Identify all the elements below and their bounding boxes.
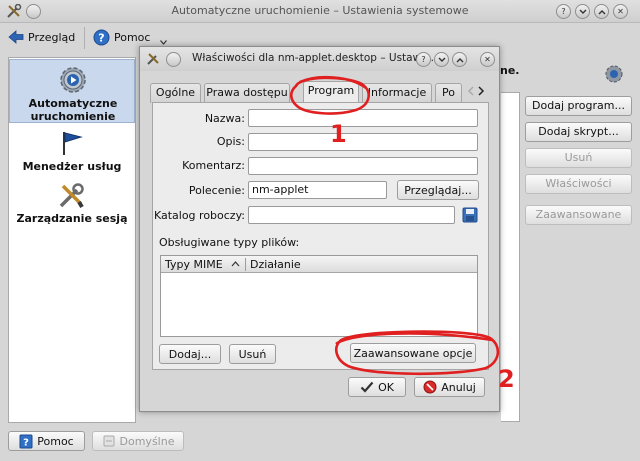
dialog-menu-button[interactable] <box>166 52 181 67</box>
dialog-tools-icon[interactable] <box>146 52 161 66</box>
bottom-help-label: Pomoc <box>37 434 74 448</box>
dialog-maximize-button[interactable] <box>452 52 467 67</box>
mime-type-column-header[interactable]: Typy MIME <box>165 258 223 271</box>
help-icon: ? <box>93 29 110 46</box>
tab-general[interactable]: Ogólne <box>150 83 201 103</box>
add-script-button[interactable]: Dodaj skrypt... <box>525 122 632 142</box>
command-field[interactable]: nm-applet <box>248 181 387 199</box>
properties-dialog: Właściwości dla nm-applet.desktop – Usta… <box>139 46 500 412</box>
column-divider <box>245 258 246 271</box>
category-sidebar: Automatyczne uruchomienie Menedżer usług… <box>8 57 136 423</box>
annotation-number-1: 1 <box>330 120 347 148</box>
sidebar-item-label: Zarządzanie sesją <box>16 212 128 225</box>
help-window-button[interactable]: ? <box>556 4 571 19</box>
name-field[interactable] <box>248 109 478 127</box>
window-title: Automatyczne uruchomienie – Ustawienia s… <box>171 4 469 17</box>
mime-types-table[interactable]: Typy MIME Działanie <box>160 255 478 337</box>
svg-text:?: ? <box>23 437 29 448</box>
properties-button[interactable]: Właściwości <box>525 174 632 194</box>
sidebar-item-label: Menedżer usług <box>22 160 122 173</box>
name-label: Nazwa: <box>204 112 245 125</box>
flag-icon <box>59 130 85 156</box>
dialog-help-button[interactable]: ? <box>416 52 431 67</box>
add-program-button[interactable]: Dodaj program... <box>525 96 632 116</box>
annotation-number-2: 2 <box>498 365 515 393</box>
chevron-down-icon <box>160 40 168 45</box>
cancel-button[interactable]: Anuluj <box>414 377 485 397</box>
cancel-label: Anuluj <box>441 380 476 394</box>
browse-button[interactable]: Przeglądaj... <box>397 180 479 200</box>
help-book-icon: ? <box>19 434 33 449</box>
description-field[interactable] <box>248 133 478 151</box>
tab-information[interactable]: Informacje <box>362 83 432 103</box>
toolbar-separator <box>84 27 85 49</box>
sidebar-item-session-management[interactable]: Zarządzanie sesją <box>9 179 135 229</box>
mime-table-header: Typy MIME Działanie <box>161 256 477 273</box>
comment-field[interactable] <box>248 157 478 175</box>
overview-button[interactable]: Przegląd <box>8 30 75 44</box>
defaults-button[interactable]: Domyślne <box>92 431 184 451</box>
sidebar-item-label: Automatyczne uruchomienie <box>28 97 118 123</box>
ok-button[interactable]: OK <box>348 377 406 397</box>
remove-button[interactable]: Usuń <box>525 148 632 168</box>
dialog-close-button[interactable]: ✕ <box>480 52 495 67</box>
defaults-label: Domyślne <box>119 434 175 448</box>
close-button[interactable]: ✕ <box>613 4 628 19</box>
bottom-help-button[interactable]: ? Pomoc <box>8 431 85 451</box>
main-titlebar: Automatyczne uruchomienie – Ustawienia s… <box>0 0 640 23</box>
sidebar-item-service-manager[interactable]: Menedżer usług <box>9 125 135 175</box>
action-column-header[interactable]: Działanie <box>250 258 301 271</box>
mime-add-button[interactable]: Dodaj... <box>159 344 221 364</box>
comment-label: Komentarz: <box>182 159 245 172</box>
defaults-icon <box>102 434 116 448</box>
sidebar-item-autostart[interactable]: Automatyczne uruchomienie <box>9 59 135 123</box>
dialog-titlebar: Właściwości dla nm-applet.desktop – Usta… <box>140 47 499 71</box>
main-heading-fragment: ne. <box>500 64 520 77</box>
tab-scroll-left-icon[interactable] <box>467 86 475 96</box>
folder-save-icon[interactable] <box>462 207 478 223</box>
command-label: Polecenie: <box>188 184 245 197</box>
back-arrow-icon <box>8 30 24 44</box>
ok-label: OK <box>378 380 394 394</box>
overview-label: Przegląd <box>28 30 76 44</box>
dialog-minimize-button[interactable] <box>434 52 449 67</box>
advanced-button[interactable]: Zaawansowane <box>525 205 632 225</box>
help-menu-button[interactable]: ? Pomoc <box>93 29 168 46</box>
mime-remove-button[interactable]: Usuń <box>229 344 276 364</box>
check-icon <box>360 381 374 393</box>
description-label: Opis: <box>216 135 245 148</box>
dialog-title: Właściwości dla nm-applet.desktop – Usta… <box>192 52 441 64</box>
advanced-options-button[interactable]: Zaawansowane opcje <box>350 343 476 363</box>
help-label: Pomoc <box>114 31 151 44</box>
svg-text:?: ? <box>98 32 104 45</box>
mime-section-label: Obsługiwane typy plików: <box>159 236 300 249</box>
tools-icon <box>57 182 85 210</box>
tab-scroll-right-icon[interactable] <box>477 86 485 96</box>
maximize-button[interactable] <box>594 4 609 19</box>
tab-more[interactable]: Po <box>435 83 462 103</box>
settings-gear-icon[interactable] <box>604 64 624 84</box>
minimize-button[interactable] <box>575 4 590 19</box>
tab-program[interactable]: Program <box>303 81 359 104</box>
working-dir-field[interactable] <box>248 206 455 224</box>
working-dir-label: Katalog roboczy: <box>153 209 245 222</box>
sort-ascending-icon <box>231 261 240 267</box>
cancel-icon <box>423 380 437 394</box>
tab-permissions[interactable]: Prawa dostępu <box>204 83 290 103</box>
autostart-gear-icon <box>58 65 88 95</box>
